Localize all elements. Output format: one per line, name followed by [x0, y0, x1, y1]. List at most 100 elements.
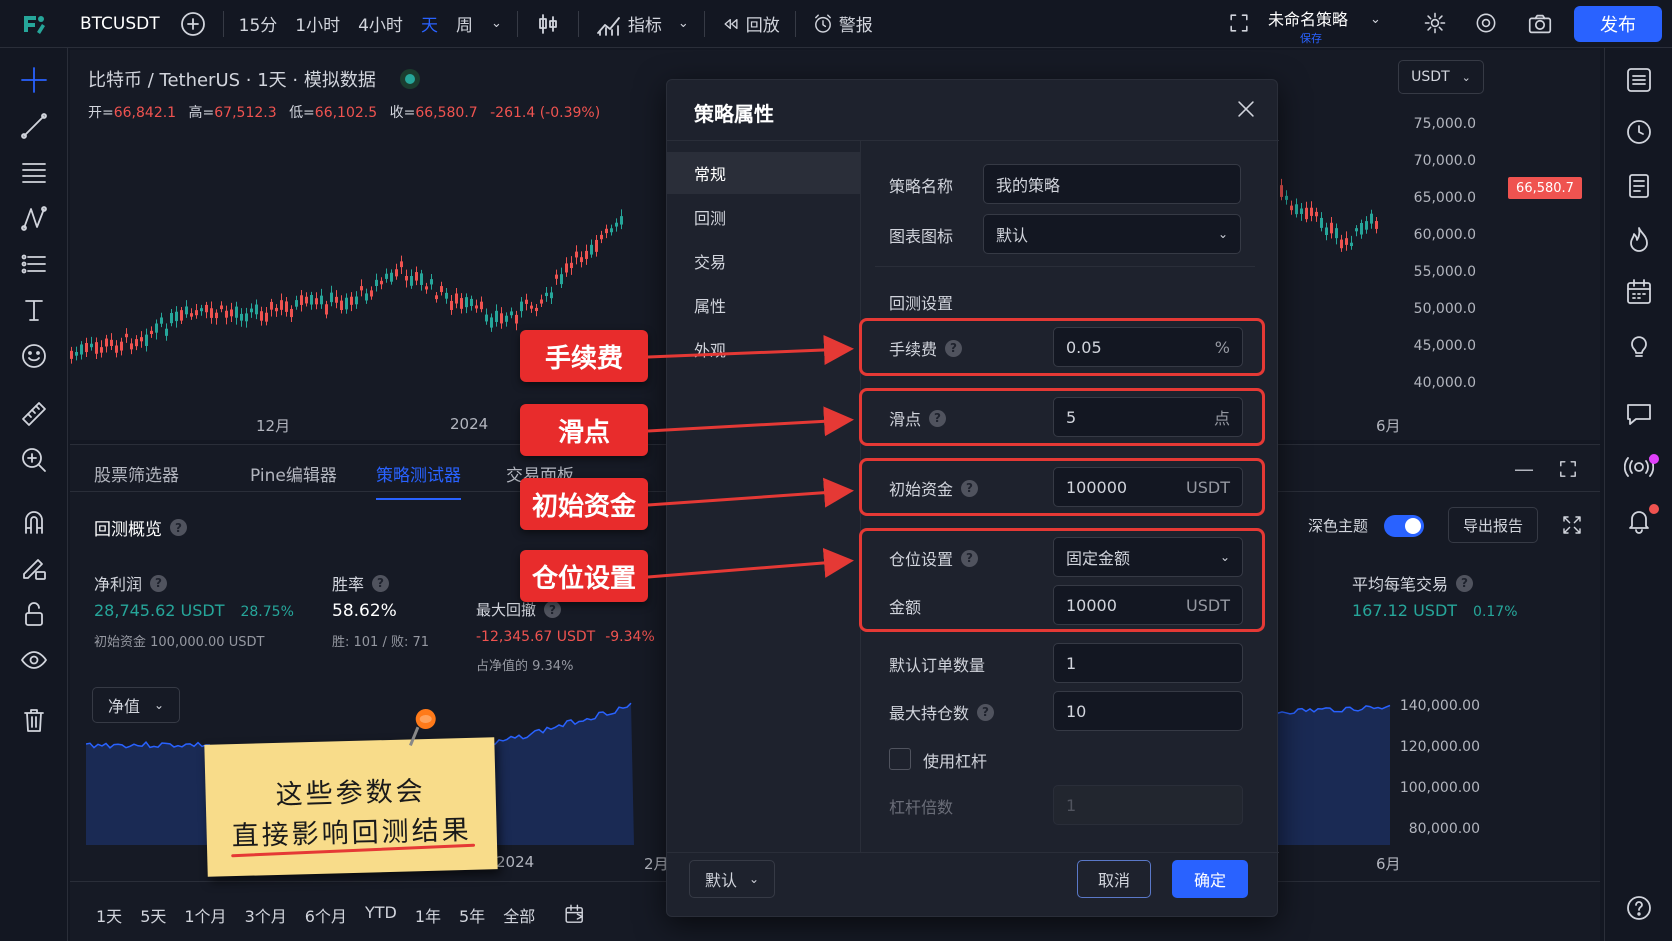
magnet-tool[interactable] [18, 506, 50, 538]
interval-dropdown[interactable]: ⌄ [482, 0, 511, 48]
range-1y[interactable]: 1年 [415, 903, 441, 927]
snapshot-button[interactable] [1526, 10, 1554, 42]
help-icon[interactable]: ? [372, 574, 390, 592]
strategy-name-input[interactable]: 我的策略 [983, 164, 1241, 204]
pattern-tool[interactable] [18, 202, 50, 234]
range-1m[interactable]: 1个月 [184, 903, 226, 927]
amount-input[interactable]: 10000 USDT [1053, 585, 1243, 625]
sidebar-item-properties[interactable]: 属性 [667, 284, 861, 326]
candle-body [555, 274, 558, 279]
chart-settings-button[interactable] [1422, 10, 1448, 40]
stay-drawing-tool[interactable] [18, 552, 50, 584]
fullscreen-report-button[interactable] [1560, 513, 1584, 541]
calendar-range-icon[interactable] [563, 903, 587, 927]
label-text: 初始资金 [889, 480, 954, 499]
logo[interactable] [0, 0, 68, 48]
hotlist-button[interactable] [1623, 224, 1655, 256]
alerts-panel-button[interactable] [1623, 116, 1655, 148]
chat-button[interactable] [1623, 398, 1655, 430]
interval-1h[interactable]: 1小时 [286, 0, 349, 48]
tab-strategy-tester[interactable]: 策略测试器 [376, 461, 461, 500]
cancel-button[interactable]: 取消 [1077, 860, 1151, 898]
replay-button[interactable]: 回放 [711, 0, 789, 48]
slippage-input[interactable]: 5点 [1053, 397, 1243, 437]
alert-button[interactable]: 警报 [802, 0, 882, 48]
defaults-button[interactable]: 默认 ⌄ [689, 860, 775, 898]
max-positions-input[interactable]: 10 [1053, 691, 1243, 731]
notification-dot [1649, 454, 1659, 464]
help-icon[interactable]: ? [961, 479, 979, 497]
news-button[interactable] [1623, 170, 1655, 202]
capital-input[interactable]: 100000 USDT [1053, 467, 1243, 507]
tab-pine-editor[interactable]: Pine编辑器 [250, 461, 337, 486]
ok-button[interactable]: 确定 [1172, 860, 1248, 898]
fullscreen-button[interactable] [1226, 10, 1252, 40]
range-ytd[interactable]: YTD [365, 903, 397, 927]
candle-body [575, 251, 578, 258]
symbol-search[interactable]: BTCUSDT [68, 0, 169, 48]
settings-button[interactable] [1473, 10, 1499, 40]
tab-screener[interactable]: 股票筛选器 [94, 461, 179, 486]
interval-15m[interactable]: 15分 [230, 0, 287, 48]
indicators-button[interactable]: 指标 ⌄ [585, 0, 698, 48]
help-icon[interactable]: ? [1456, 574, 1474, 592]
zoom-tool[interactable] [18, 444, 50, 476]
emoji-tool[interactable] [18, 340, 50, 372]
help-icon[interactable]: ? [150, 574, 168, 592]
maximize-panel-button[interactable] [1556, 457, 1580, 485]
help-icon[interactable]: ? [961, 549, 979, 567]
ruler-tool[interactable] [18, 398, 50, 430]
backtest-section-title: 回测设置 [889, 294, 954, 313]
range-3m[interactable]: 3个月 [245, 903, 287, 927]
range-6m[interactable]: 6个月 [305, 903, 347, 927]
sidebar-item-backtest[interactable]: 回测 [667, 196, 861, 238]
ideas-button[interactable] [1623, 330, 1655, 362]
projection-tool[interactable] [18, 248, 50, 280]
candle-body [290, 308, 293, 318]
compare-symbol-button[interactable] [169, 0, 217, 48]
interval-1d[interactable]: 天 [412, 0, 447, 48]
candle-body [470, 298, 473, 306]
range-all[interactable]: 全部 [503, 903, 535, 927]
currency-select[interactable]: USDT ⌄ [1398, 60, 1484, 94]
interval-4h[interactable]: 4小时 [349, 0, 412, 48]
order-qty-input[interactable]: 1 [1053, 643, 1243, 683]
help-icon[interactable]: ? [929, 409, 947, 427]
range-1d[interactable]: 1天 [96, 903, 122, 927]
export-report-button[interactable]: 导出报告 [1448, 507, 1538, 543]
lock-drawings-tool[interactable] [18, 598, 50, 630]
sidebar-item-appearance[interactable]: 外观 [667, 328, 861, 370]
interval-1w[interactable]: 周 [447, 0, 482, 48]
trend-line-tool[interactable] [18, 110, 50, 142]
range-5y[interactable]: 5年 [459, 903, 485, 927]
sidebar-item-general[interactable]: 常规 [667, 152, 861, 194]
dark-theme-toggle[interactable] [1384, 515, 1424, 537]
equity-segment-mid-fill [491, 703, 634, 845]
leverage-checkbox[interactable] [889, 748, 911, 770]
help-icon[interactable]: ? [170, 519, 187, 536]
remove-drawings-tool[interactable] [18, 704, 50, 736]
calendar-button[interactable] [1623, 276, 1655, 308]
fib-tool[interactable] [18, 156, 50, 188]
chart-type-button[interactable] [524, 0, 572, 48]
position-select[interactable]: 固定金额 ⌄ [1053, 537, 1243, 577]
equity-tick: 100,000.00 [1399, 780, 1480, 796]
sidebar-item-trading[interactable]: 交易 [667, 240, 861, 282]
chevron-down-icon[interactable]: ⌄ [1370, 12, 1381, 27]
crosshair-tool[interactable] [18, 64, 50, 96]
help-icon[interactable]: ? [977, 703, 995, 721]
help-icon[interactable]: ? [544, 601, 562, 618]
candle-body [530, 305, 533, 309]
minimize-panel-button[interactable]: — [1514, 457, 1534, 481]
chart-icon-select[interactable]: 默认 ⌄ [983, 214, 1241, 254]
candle-body [150, 330, 153, 335]
fee-input[interactable]: 0.05% [1053, 327, 1243, 367]
range-5d[interactable]: 5天 [140, 903, 166, 927]
text-tool[interactable] [18, 294, 50, 326]
close-button[interactable] [1233, 96, 1259, 126]
help-button[interactable] [1623, 892, 1655, 924]
hide-drawings-tool[interactable] [18, 644, 50, 676]
publish-button[interactable]: 发布 [1574, 6, 1662, 42]
help-icon[interactable]: ? [945, 339, 963, 357]
watchlist-button[interactable] [1623, 64, 1655, 96]
